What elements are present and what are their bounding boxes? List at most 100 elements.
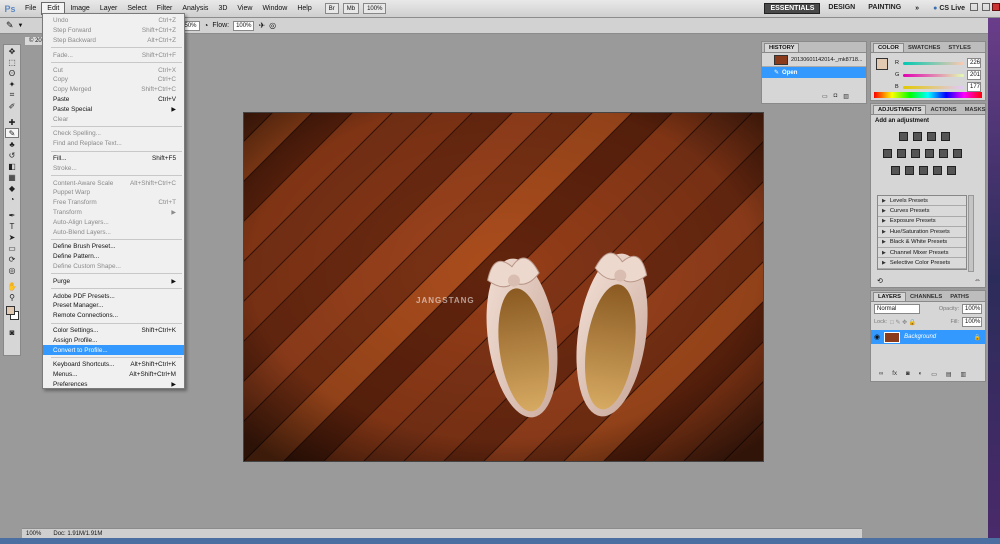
clone-stamp-tool-icon[interactable]: ♣	[5, 139, 19, 149]
edit-menu-item-purge[interactable]: Purge ▶	[43, 276, 184, 286]
airbrush-pressure-icon[interactable]: ◔	[204, 21, 209, 30]
marquee-tool-icon[interactable]: ⬚	[5, 57, 19, 67]
dodge-tool-icon[interactable]: ◔	[5, 194, 19, 204]
menu-3d[interactable]: 3D	[213, 3, 232, 14]
eyedropper-tool-icon[interactable]: ✐	[5, 101, 19, 111]
path-selection-tool-icon[interactable]: ➤	[5, 232, 19, 242]
brush-tool-icon[interactable]: ✎	[6, 20, 14, 31]
preset-channel-mixer-presets[interactable]: Channel Mixer Presets	[878, 247, 966, 259]
group-icon[interactable]: ▭	[931, 371, 937, 378]
hand-tool-icon[interactable]: ✋	[5, 281, 19, 291]
layer-style-icon[interactable]: fx	[892, 371, 897, 378]
tab-swatches[interactable]: SWATCHES	[904, 44, 944, 52]
selective-color-icon[interactable]	[947, 166, 956, 175]
b-value-field[interactable]: 177	[967, 82, 981, 92]
layer-fill-field[interactable]: 100%	[962, 317, 982, 327]
shape-tool-icon[interactable]: ▭	[5, 243, 19, 253]
3d-rotate-tool-icon[interactable]: ⟳	[5, 254, 19, 264]
eye-icon[interactable]: ◉	[874, 333, 880, 341]
delete-layer-icon[interactable]: ▥	[961, 371, 967, 378]
tab-color[interactable]: COLOR	[873, 43, 904, 52]
invert-icon[interactable]	[891, 166, 900, 175]
tab-actions[interactable]: ACTIONS	[926, 106, 960, 114]
tablet-pressure-icon[interactable]: ◎	[269, 21, 276, 30]
photo-filter-icon[interactable]	[939, 149, 948, 158]
layer-opacity-field[interactable]: 100%	[962, 304, 982, 314]
blur-tool-icon[interactable]: ◆	[5, 183, 19, 193]
tab-masks[interactable]: MASKS	[961, 106, 990, 114]
workspace-painting[interactable]: PAINTING	[863, 3, 906, 14]
tab-channels[interactable]: CHANNELS	[906, 293, 946, 301]
type-tool-icon[interactable]: T	[5, 221, 19, 231]
spot-healing-tool-icon[interactable]: ✚	[5, 117, 19, 127]
edit-menu-item-preferences[interactable]: Preferences ▶	[43, 380, 184, 390]
blend-mode-select[interactable]: Normal	[874, 304, 920, 314]
edit-menu-item-paste[interactable]: Paste Ctrl+V	[43, 95, 184, 105]
curves-icon[interactable]	[927, 132, 936, 141]
quick-mask-icon[interactable]: ◙	[5, 327, 19, 337]
expand-view-icon[interactable]: ⇔	[974, 277, 981, 285]
edit-menu-item-preset-manager[interactable]: Preset Manager...	[43, 301, 184, 311]
edit-menu-item-define-pattern[interactable]: Define Pattern...	[43, 252, 184, 262]
crop-tool-icon[interactable]: ⌗	[5, 90, 19, 100]
menu-window[interactable]: Window	[257, 3, 292, 14]
g-slider[interactable]	[903, 73, 964, 77]
history-step-open[interactable]: ✎ Open	[762, 67, 866, 78]
edit-menu-item-adobe-pdf-presets[interactable]: Adobe PDF Presets...	[43, 291, 184, 301]
workspace-design[interactable]: DESIGN	[823, 3, 860, 14]
minimize-button[interactable]	[970, 3, 978, 11]
history-snapshot[interactable]: 20130601142014-_mk8718...	[762, 53, 866, 67]
eraser-tool-icon[interactable]: ◧	[5, 161, 19, 171]
trash-icon[interactable]: ▥	[843, 93, 849, 100]
workspace-more-button[interactable]: »	[910, 4, 924, 13]
color-balance-icon[interactable]	[911, 149, 920, 158]
flow-field[interactable]: 100%	[233, 20, 255, 31]
edit-menu-item-color-settings[interactable]: Color Settings... Shift+Ctrl+K	[43, 326, 184, 336]
r-value-field[interactable]: 226	[967, 58, 981, 68]
color-ramp[interactable]	[874, 92, 982, 98]
document-canvas[interactable]: JANGSTANG	[244, 113, 763, 461]
tab-history[interactable]: HISTORY	[764, 43, 800, 52]
b-slider[interactable]	[903, 85, 964, 89]
black-white-icon[interactable]	[925, 149, 934, 158]
foreground-color-swatch[interactable]	[876, 58, 888, 70]
lasso-tool-icon[interactable]: ʘ	[5, 68, 19, 78]
edit-menu-item-assign-profile[interactable]: Assign Profile...	[43, 335, 184, 345]
lock-icons[interactable]: □ ✎ ✥ 🔒	[890, 319, 916, 326]
presets-scrollbar[interactable]	[968, 195, 974, 272]
channel-mixer-icon[interactable]	[953, 149, 962, 158]
airbrush-icon[interactable]: ✈	[258, 21, 265, 30]
chevron-down-icon[interactable]: ▼	[18, 23, 24, 29]
move-tool-icon[interactable]: ✥	[5, 46, 19, 56]
edit-menu-item-menus[interactable]: Menus... Alt+Shift+Ctrl+M	[43, 370, 184, 380]
tab-styles[interactable]: STYLES	[944, 44, 975, 52]
g-value-field[interactable]: 201	[967, 70, 981, 80]
menu-file[interactable]: File	[20, 3, 41, 14]
menu-view[interactable]: View	[232, 3, 257, 14]
vibrance-icon[interactable]	[883, 149, 892, 158]
cs-live-button[interactable]: ● CS Live	[928, 4, 970, 13]
edit-menu-item-remote-connections[interactable]: Remote Connections...	[43, 311, 184, 321]
status-zoom[interactable]: 100%	[26, 531, 41, 537]
r-slider[interactable]	[903, 61, 964, 65]
mini-bridge-button[interactable]: Mb	[342, 3, 360, 14]
preset-hue-saturation-presets[interactable]: Hue/Saturation Presets	[878, 227, 966, 238]
gradient-map-icon[interactable]	[933, 166, 942, 175]
camera-icon[interactable]: ◘	[834, 93, 838, 100]
zoom-level-box[interactable]: 100%	[363, 3, 387, 14]
edit-menu-item-paste-special[interactable]: Paste Special ▶	[43, 104, 184, 114]
zoom-tool-icon[interactable]: ⚲	[5, 292, 19, 302]
return-to-list-icon[interactable]: ⟲	[877, 277, 883, 285]
posterize-icon[interactable]	[905, 166, 914, 175]
layer-mask-icon[interactable]: ◙	[906, 371, 910, 378]
3d-orbit-tool-icon[interactable]: ◎	[5, 265, 19, 275]
edit-menu-item-define-brush-preset[interactable]: Define Brush Preset...	[43, 242, 184, 252]
link-layers-icon[interactable]: ∞	[879, 371, 883, 378]
preset-black-white-presets[interactable]: Black & White Presets	[878, 237, 966, 248]
bridge-button[interactable]: Br	[324, 3, 339, 14]
edit-menu-item-keyboard-shortcuts[interactable]: Keyboard Shortcuts... Alt+Shift+Ctrl+K	[43, 360, 184, 370]
layer-row-background[interactable]: ◉ Background 🔒	[871, 330, 985, 344]
restore-button[interactable]	[982, 3, 990, 11]
history-brush-tool-icon[interactable]: ↺	[5, 150, 19, 160]
tab-paths[interactable]: PATHS	[946, 293, 973, 301]
